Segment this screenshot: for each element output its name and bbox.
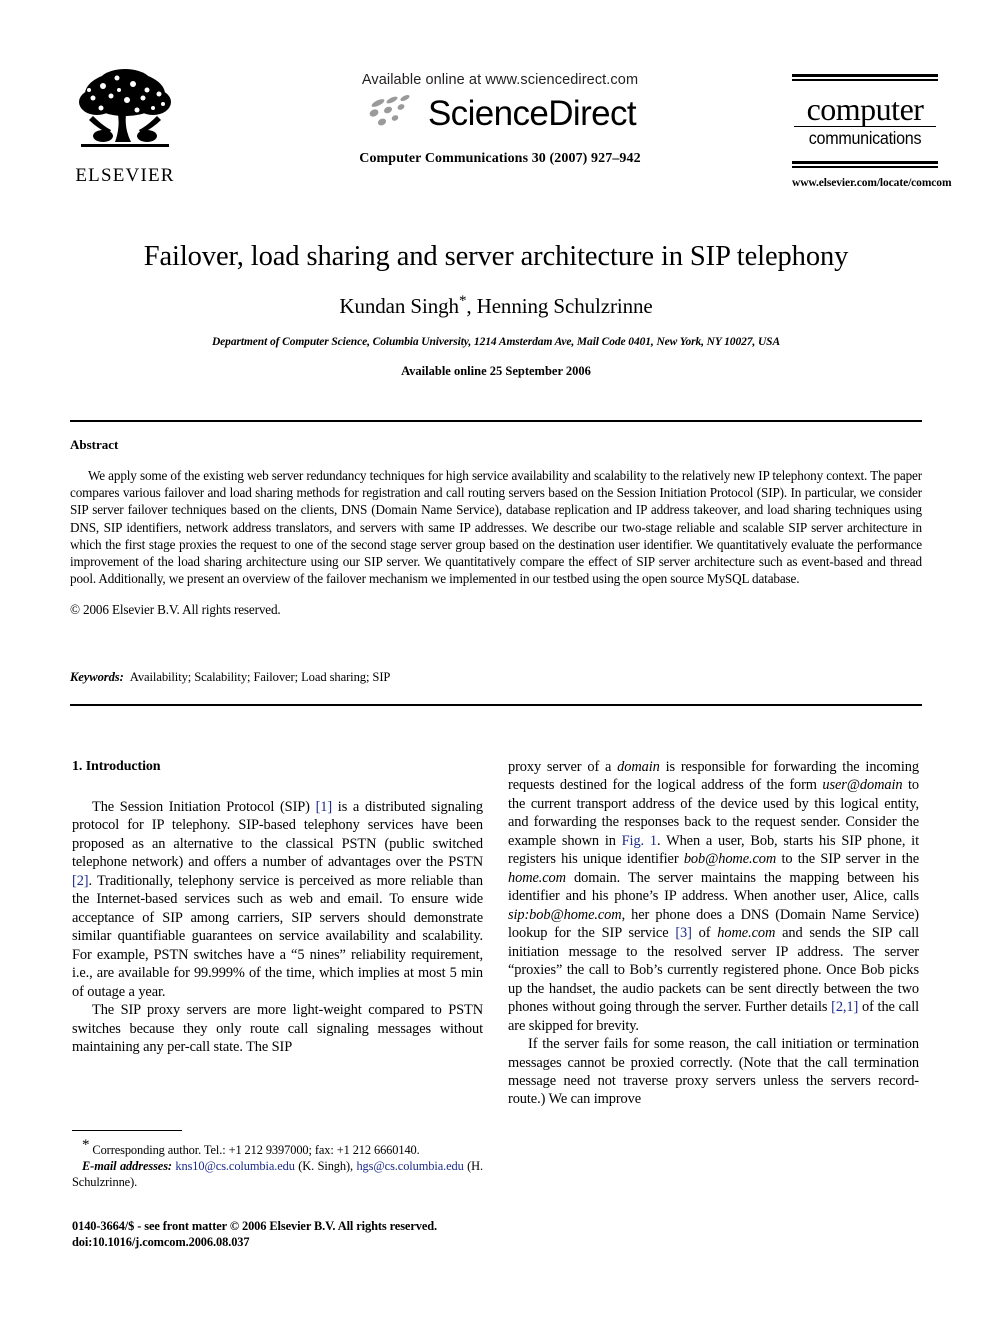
text-run: . Traditionally, telephony service is pe… xyxy=(72,872,483,1000)
emphasis-term: user@domain xyxy=(822,777,903,794)
text-run: Corresponding author. Tel.: +1 212 93970… xyxy=(92,1143,420,1158)
journal-logo-top-rule xyxy=(792,74,938,81)
email-note: E-mail addresses: kns10@cs.columbia.edu … xyxy=(72,1159,484,1189)
elsevier-tree-icon xyxy=(79,69,171,147)
text-run: proxy server of a xyxy=(508,759,618,775)
text-run: The Session Initiation Protocol (SIP) xyxy=(92,798,316,815)
footnote-rule xyxy=(72,1130,182,1131)
abstract-heading: Abstract xyxy=(70,437,119,452)
publication-date: Available online 25 September 2006 xyxy=(401,364,591,379)
paragraph: If the server fails for some reason, the… xyxy=(508,1036,919,1108)
paper-page: ELSEVIER Available online at www.science… xyxy=(0,0,992,1323)
keywords-line: Keywords: Availability; Scalability; Fai… xyxy=(70,670,922,685)
journal-logo-bottom-rule xyxy=(792,161,938,168)
emphasis-term: home.com xyxy=(717,925,776,942)
keywords-value: Availability; Scalability; Failover; Loa… xyxy=(129,670,391,684)
citation-link-4[interactable]: [2,1] xyxy=(831,999,858,1015)
abstract-copyright: © 2006 Elsevier B.V. All rights reserved… xyxy=(70,601,281,617)
emphasis-term: sip:bob@home.com xyxy=(508,906,622,923)
text-run: (K. Singh) xyxy=(298,1159,351,1174)
affiliation: Department of Computer Science, Columbia… xyxy=(211,336,781,349)
paragraph: The SIP proxy servers are more light-wei… xyxy=(72,1002,483,1056)
author-name-2: , Henning Schulzrinne xyxy=(466,294,653,319)
footnote-block: * Corresponding author. Tel.: +1 212 939… xyxy=(72,1130,483,1191)
paragraph: The Session Initiation Protocol (SIP) [1… xyxy=(72,798,483,1001)
masthead: ELSEVIER Available online at www.science… xyxy=(0,0,992,212)
email-link-1[interactable]: kns10@cs.columbia.edu xyxy=(175,1159,295,1173)
emphasis-term: home.com xyxy=(508,869,566,886)
emphasis-term: bob@home.com xyxy=(683,851,777,868)
journal-url: www.elsevier.com/locate/comcom xyxy=(792,177,952,189)
available-online-text: Available online at www.sciencedirect.co… xyxy=(361,72,639,88)
keywords-label: Keywords: xyxy=(70,670,124,684)
doi-text: doi:10.1016/j.comcom.2006.08.037 xyxy=(72,1235,250,1250)
author-name-1: Kundan Singh xyxy=(339,294,459,319)
citation-link-2[interactable]: [2] xyxy=(72,873,89,889)
emphasis-term: domain xyxy=(617,759,660,775)
figure-link-1[interactable]: Fig. 1 xyxy=(622,833,657,849)
journal-logo-line2: communications xyxy=(808,128,922,148)
author-list: Kundan Singh*, Henning Schulzrinne xyxy=(76,293,916,319)
title-block: Failover, load sharing and server archit… xyxy=(76,240,916,379)
sciencedirect-block: Available online at www.sciencedirect.co… xyxy=(250,72,750,167)
abstract-text: We apply some of the existing web server… xyxy=(70,468,922,587)
sciencedirect-swoosh-icon xyxy=(369,95,410,126)
body-column-left: 1. Introduction The Session Initiation P… xyxy=(72,758,483,1057)
section-heading-introduction: 1. Introduction xyxy=(72,759,161,774)
text-run: domain. The server maintains the mapping… xyxy=(508,869,919,905)
frontmatter-block: 0140-3664/$ - see front matter © 2006 El… xyxy=(72,1218,502,1251)
frontmatter-copyright: 0140-3664/$ - see front matter © 2006 El… xyxy=(72,1219,438,1233)
journal-logo-line1: computer xyxy=(806,91,924,127)
paragraph: proxy server of a domain is responsible … xyxy=(508,758,919,1035)
sciencedirect-logo-row: ScienceDirect xyxy=(250,94,750,134)
abstract-top-rule xyxy=(70,420,922,422)
citation-link-3[interactable]: [3] xyxy=(675,925,692,941)
citation-link-1[interactable]: [1] xyxy=(316,799,333,815)
elsevier-logo: ELSEVIER xyxy=(66,64,184,187)
corresponding-author-note: * Corresponding author. Tel.: +1 212 939… xyxy=(72,1136,483,1159)
journal-logo: computer communications www.elsevier.com… xyxy=(792,74,952,189)
footnote-star-marker: * xyxy=(82,1137,90,1153)
text-run: to the SIP server in the xyxy=(776,851,919,868)
email-link-2[interactable]: hgs@cs.columbia.edu xyxy=(356,1159,463,1173)
abstract-section: Abstract We apply some of the existing w… xyxy=(70,437,922,618)
elsevier-wordmark: ELSEVIER xyxy=(75,165,175,186)
abstract-bottom-rule xyxy=(70,704,922,706)
text-run: of xyxy=(691,925,718,942)
sciencedirect-wordmark: ScienceDirect xyxy=(427,94,637,133)
email-label: E-mail addresses: xyxy=(82,1159,172,1174)
body-column-right: proxy server of a domain is responsible … xyxy=(508,758,919,1109)
page-title: Failover, load sharing and server archit… xyxy=(143,241,849,272)
journal-reference: Computer Communications 30 (2007) 927–94… xyxy=(359,151,641,166)
